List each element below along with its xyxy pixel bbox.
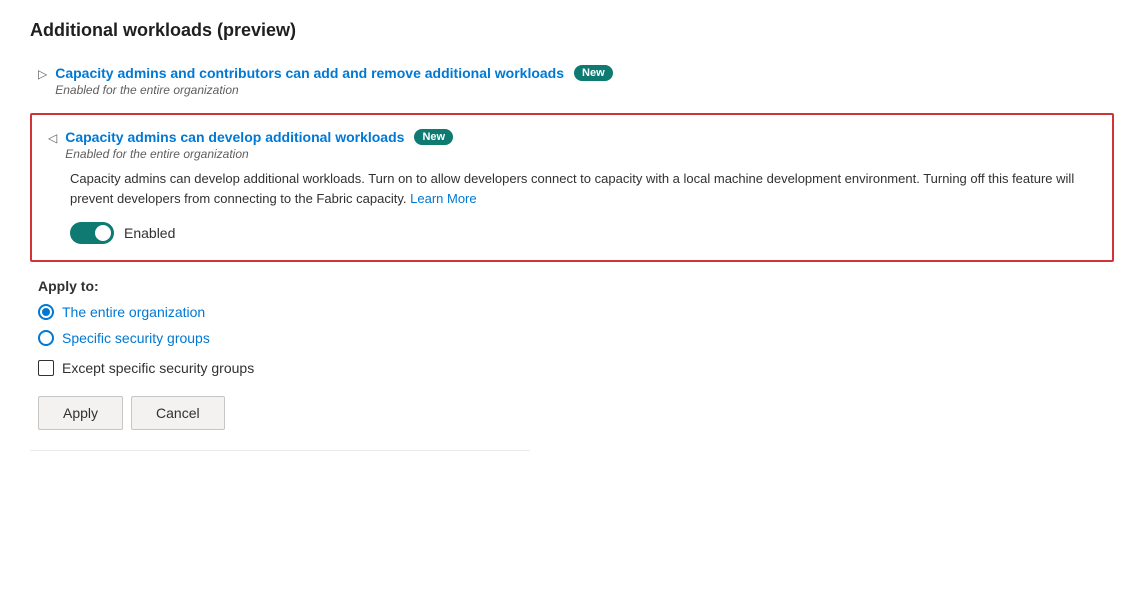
apply-button[interactable]: Apply — [38, 396, 123, 430]
workload-subtitle-1: Enabled for the entire organization — [55, 83, 1114, 97]
checkbox-except[interactable]: Except specific security groups — [38, 360, 1114, 376]
apply-to-section: Apply to: The entire organization Specif… — [30, 278, 1114, 430]
radio-specific[interactable] — [38, 330, 54, 346]
radio-group: The entire organization Specific securit… — [38, 304, 1114, 346]
section-divider — [30, 450, 530, 451]
workload-item-1[interactable]: ▷ Capacity admins and contributors can a… — [38, 59, 1114, 103]
toggle-row: Enabled — [48, 222, 1096, 244]
apply-to-label: Apply to: — [38, 278, 1114, 294]
workload-header-2: Capacity admins can develop additional w… — [65, 129, 1096, 145]
except-groups-checkbox[interactable] — [38, 360, 54, 376]
workload-title-1: Capacity admins and contributors can add… — [55, 65, 564, 81]
radio-entire-label: The entire organization — [62, 304, 205, 320]
workload-subtitle-2: Enabled for the entire organization — [65, 147, 1096, 161]
radio-option-specific[interactable]: Specific security groups — [38, 330, 1114, 346]
radio-specific-label: Specific security groups — [62, 330, 210, 346]
workload-item-2[interactable]: ◁ Capacity admins can develop additional… — [48, 129, 1096, 161]
workload-description: Capacity admins can develop additional w… — [48, 169, 1096, 208]
radio-entire[interactable] — [38, 304, 54, 320]
cancel-button[interactable]: Cancel — [131, 396, 225, 430]
toggle-track — [70, 222, 114, 244]
workload-content-1: Capacity admins and contributors can add… — [55, 65, 1114, 97]
expanded-card-2: ◁ Capacity admins can develop additional… — [30, 113, 1114, 262]
button-row: Apply Cancel — [38, 396, 1114, 430]
chevron-right-icon: ▷ — [38, 67, 47, 81]
learn-more-link[interactable]: Learn More — [410, 191, 476, 206]
chevron-down-icon: ◁ — [48, 131, 57, 145]
workload-header-1: Capacity admins and contributors can add… — [55, 65, 1114, 81]
radio-option-entire[interactable]: The entire organization — [38, 304, 1114, 320]
toggle-label: Enabled — [124, 225, 175, 241]
badge-new-1: New — [574, 65, 613, 81]
page-title: Additional workloads (preview) — [30, 20, 1114, 41]
enabled-toggle[interactable] — [70, 222, 114, 244]
workload-content-2: Capacity admins can develop additional w… — [65, 129, 1096, 161]
toggle-thumb — [95, 225, 111, 241]
badge-new-2: New — [414, 129, 453, 145]
except-groups-label: Except specific security groups — [62, 360, 254, 376]
workload-title-2: Capacity admins can develop additional w… — [65, 129, 404, 145]
